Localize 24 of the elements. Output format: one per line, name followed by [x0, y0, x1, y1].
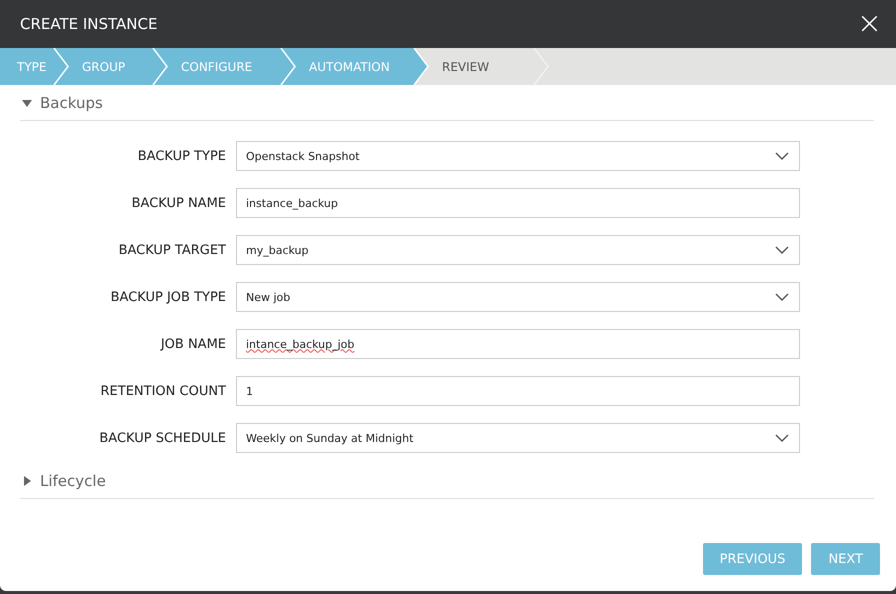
- window-title: CREATE INSTANCE: [20, 15, 158, 33]
- input-field[interactable]: instance_backup: [236, 188, 800, 218]
- chevron-down-icon: [775, 152, 789, 160]
- input-field[interactable]: 1: [236, 376, 800, 406]
- field-label: BACKUP JOB TYPE: [110, 290, 227, 304]
- dropdown[interactable]: Openstack Snapshot: [236, 141, 800, 171]
- close-button[interactable]: ×: [842, 9, 896, 39]
- dropdown[interactable]: my_backup: [236, 235, 800, 265]
- input-field[interactable]: intance_backup_job: [236, 329, 800, 359]
- section-header[interactable]: Lifecycle: [20, 463, 874, 499]
- field-label: BACKUP NAME: [130, 196, 227, 210]
- caret-down-icon: [22, 98, 32, 108]
- chevron-down-icon: [775, 293, 789, 301]
- chevron-down-icon: [775, 246, 789, 254]
- dropdown[interactable]: New job: [236, 282, 800, 312]
- chevron-down-icon: [775, 434, 789, 442]
- field-label: RETENTION COUNT: [100, 384, 227, 398]
- dropdown[interactable]: Weekly on Sunday at Midnight: [236, 423, 800, 453]
- field-label: BACKUP TYPE: [136, 148, 227, 164]
- field-label: BACKUP SCHEDULE: [98, 430, 227, 446]
- field-label: BACKUP TARGET: [118, 242, 227, 258]
- caret-right-icon: [22, 476, 32, 486]
- section-header[interactable]: Backups: [20, 85, 874, 121]
- field-label: JOB NAME: [159, 336, 227, 352]
